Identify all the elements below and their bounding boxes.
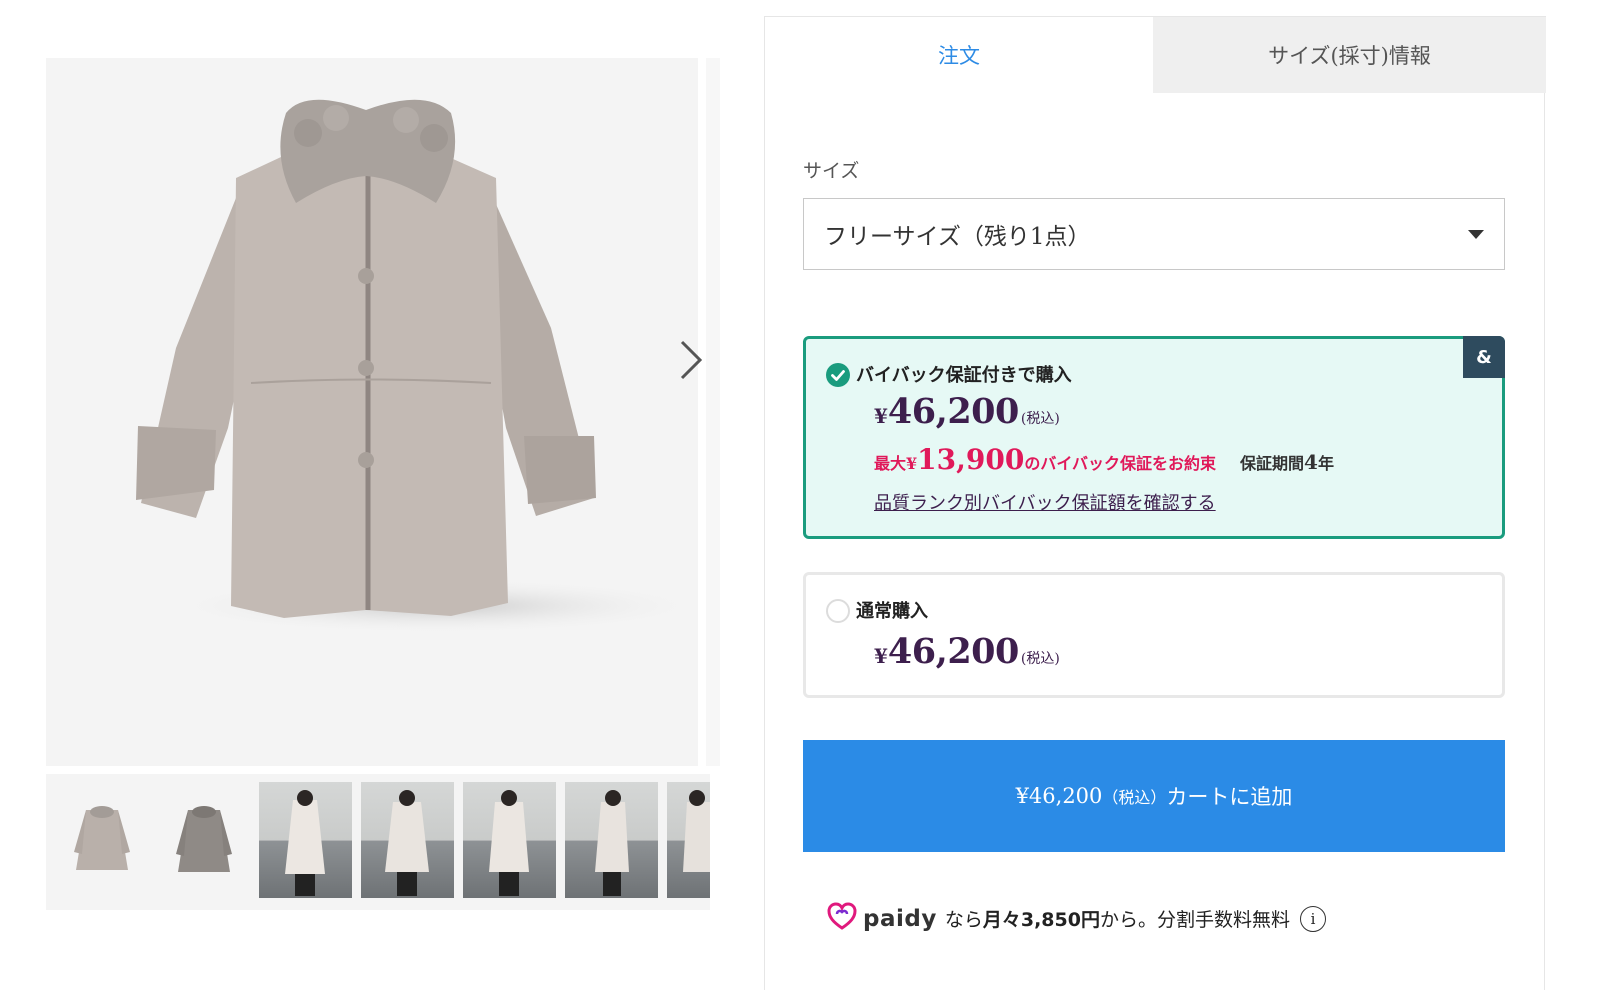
cart-button-tax: （税込） xyxy=(1102,788,1167,807)
paidy-logo: paidy xyxy=(863,905,937,932)
buyback-price-symbol: ¥ xyxy=(874,404,888,428)
period-label: 保証期間 xyxy=(1240,454,1305,473)
cart-button-price: ¥46,200 xyxy=(1015,784,1103,808)
period-unit: 年 xyxy=(1317,454,1334,473)
thumbnail-6[interactable] xyxy=(565,782,658,898)
panel-tabs: 注文 サイズ(採寸)情報 xyxy=(765,16,1546,93)
normal-option-title: 通常購入 xyxy=(856,601,928,622)
size-select-value: フリーサイズ（残り1点） xyxy=(824,224,1091,250)
thumbnail-7[interactable] xyxy=(667,782,710,898)
order-panel: 注文 サイズ(採寸)情報 サイズ フリーサイズ（残り1点） バイバック保証付きで… xyxy=(764,16,1546,990)
buyback-purchase-option[interactable]: バイバック保証付きで購入 ¥ 46,200 (税込) 最大¥ 13,900 のバ… xyxy=(803,336,1505,539)
thumbnail-2[interactable] xyxy=(158,782,251,898)
promo-prefix: 最大¥ xyxy=(874,454,918,473)
buyback-price: ¥ 46,200 (税込) xyxy=(874,391,1060,432)
thumbnail-1[interactable] xyxy=(56,782,149,898)
normal-price-tax: (税込) xyxy=(1020,651,1060,667)
thumbnail-4[interactable] xyxy=(361,782,454,898)
caret-down-icon xyxy=(1468,230,1484,239)
paidy-installment-info: paidy なら 月々3,850円 から。分割手数料無料 i xyxy=(827,902,1326,935)
promo-amount: 13,900 xyxy=(917,443,1025,476)
product-main-image[interactable] xyxy=(46,58,698,766)
buyback-badge-icon: & xyxy=(1463,336,1505,378)
thumbnail-3[interactable] xyxy=(259,782,352,898)
buyback-rank-link[interactable]: 品質ランク別バイバック保証額を確認する xyxy=(874,489,1216,515)
thumbnail-strip xyxy=(46,774,710,910)
paidy-text-pre: なら xyxy=(944,909,983,931)
gallery-edge xyxy=(706,58,720,766)
paidy-icon xyxy=(827,902,857,935)
tab-size-info[interactable]: サイズ(採寸)情報 xyxy=(1153,17,1546,93)
buyback-promo: 最大¥ 13,900 のバイバック保証をお約束 保証期間4年 xyxy=(874,443,1334,476)
paidy-monthly-amount: 月々3,850円 xyxy=(982,909,1100,931)
radio-button[interactable] xyxy=(826,599,850,623)
buyback-price-tax: (税込) xyxy=(1020,411,1060,427)
add-to-cart-button[interactable]: ¥46,200 （税込） カートに追加 xyxy=(803,740,1505,852)
thumbnail-5[interactable] xyxy=(463,782,556,898)
period-value: 4 xyxy=(1304,450,1318,474)
check-icon[interactable] xyxy=(826,363,850,387)
normal-price-amount: 46,200 xyxy=(887,631,1019,672)
chevron-right-icon[interactable] xyxy=(674,338,708,382)
buyback-price-amount: 46,200 xyxy=(887,391,1019,432)
size-select[interactable]: フリーサイズ（残り1点） xyxy=(803,198,1505,270)
paidy-text-post: から。分割手数料無料 xyxy=(1099,909,1290,931)
normal-purchase-option[interactable]: 通常購入 ¥ 46,200 (税込) xyxy=(803,572,1505,698)
buyback-option-title: バイバック保証付きで購入 xyxy=(856,365,1072,386)
size-label: サイズ xyxy=(803,160,860,182)
cart-button-label: カートに追加 xyxy=(1166,785,1293,809)
guarantee-period: 保証期間4年 xyxy=(1240,450,1334,474)
promo-suffix: のバイバック保証をお約束 xyxy=(1024,454,1216,473)
normal-price: ¥ 46,200 (税込) xyxy=(874,631,1060,672)
product-gallery xyxy=(46,58,724,928)
tab-order[interactable]: 注文 xyxy=(765,17,1153,93)
normal-price-symbol: ¥ xyxy=(874,644,888,668)
info-icon[interactable]: i xyxy=(1299,905,1326,932)
